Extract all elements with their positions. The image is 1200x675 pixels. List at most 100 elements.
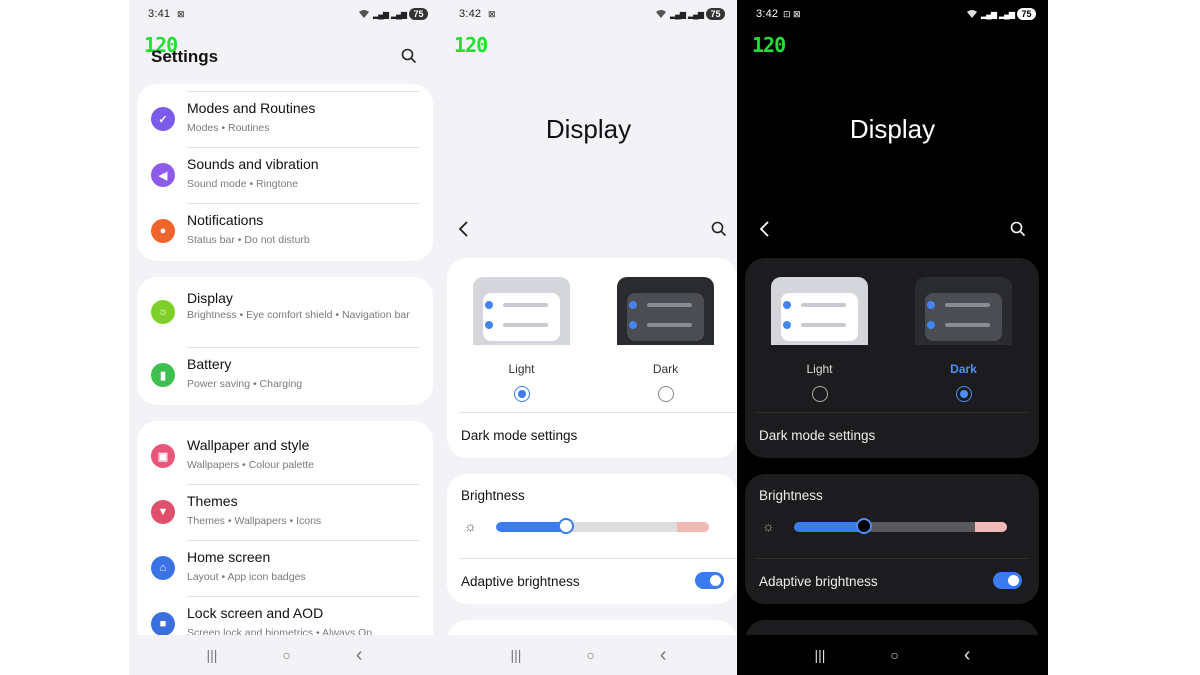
- light-mode-label: Light: [806, 362, 833, 376]
- brightness-slider[interactable]: [496, 522, 709, 532]
- battery-indicator: 75: [706, 8, 725, 20]
- recents-button[interactable]: |||: [510, 647, 521, 663]
- signal-icon: ▂▄▆: [373, 9, 389, 19]
- item-subtitle: Layout • App icon badges: [187, 571, 306, 583]
- brightness-slider[interactable]: [794, 522, 1007, 532]
- list-item-battery[interactable]: ▮ Battery Power saving • Charging: [137, 347, 433, 403]
- dark-mode-label: Dark: [950, 362, 977, 376]
- item-title: Display: [187, 290, 233, 306]
- wifi-icon: [656, 10, 667, 18]
- back-button[interactable]: ‹: [356, 644, 363, 667]
- light-mode-label: Light: [508, 362, 535, 376]
- light-mode-radio[interactable]: [812, 386, 828, 402]
- divider: [459, 412, 737, 413]
- search-button[interactable]: [401, 48, 417, 69]
- brightness-label: Brightness: [759, 488, 823, 503]
- signal-icon: ▂▄▆: [670, 9, 686, 19]
- divider: [757, 558, 1027, 559]
- settings-screen: 3:41 ⊠ ▂▄▆ ▂▄▆ 75 120 Settings ✓ Modes a…: [129, 0, 440, 675]
- adaptive-brightness-toggle[interactable]: [695, 572, 724, 589]
- back-button[interactable]: [458, 220, 470, 243]
- chevron-left-icon: [759, 221, 769, 237]
- lock-icon: ■: [151, 612, 175, 636]
- dark-mode-radio[interactable]: [956, 386, 972, 402]
- list-item-modes[interactable]: ✓ Modes and Routines Modes • Routines: [137, 91, 433, 147]
- adaptive-brightness-label: Adaptive brightness: [461, 574, 580, 589]
- back-button[interactable]: ‹: [964, 644, 971, 667]
- battery-indicator: 75: [1017, 8, 1036, 20]
- light-mode-radio[interactable]: [514, 386, 530, 402]
- divider: [187, 147, 419, 148]
- list-item-lock-screen[interactable]: ■ Lock screen and AOD Screen lock and bi…: [137, 596, 433, 639]
- back-button[interactable]: [759, 220, 771, 243]
- divider: [187, 347, 419, 348]
- dark-mode-settings-item[interactable]: Dark mode settings: [759, 428, 875, 443]
- search-button[interactable]: [711, 221, 727, 242]
- list-item-wallpaper[interactable]: ▣ Wallpaper and style Wallpapers • Colou…: [137, 428, 433, 484]
- battery-indicator: 75: [409, 8, 428, 20]
- status-bar: 3:42 ⊠ ▂▄▆ ▂▄▆ 75: [459, 8, 725, 22]
- divider: [187, 596, 419, 597]
- back-button[interactable]: ‹: [660, 644, 667, 667]
- page-title: Display: [545, 114, 632, 144]
- signal-icon-2: ▂▄▆: [688, 9, 704, 19]
- home-button[interactable]: ○: [890, 647, 898, 663]
- chevron-left-icon: [458, 221, 468, 237]
- item-title: Themes: [187, 493, 238, 509]
- recents-button[interactable]: |||: [814, 647, 825, 663]
- home-button[interactable]: ○: [282, 647, 290, 663]
- adaptive-brightness-toggle[interactable]: [993, 572, 1022, 589]
- search-button[interactable]: [1010, 221, 1026, 242]
- modes-icon: ✓: [151, 107, 175, 131]
- brightness-card: Brightness ☼ Adaptive brightness: [745, 474, 1039, 604]
- wifi-icon: [967, 10, 978, 18]
- dark-mode-settings-item[interactable]: Dark mode settings: [461, 428, 577, 443]
- divider: [187, 203, 419, 204]
- item-subtitle: Wallpapers • Colour palette: [187, 459, 315, 471]
- dark-mode-preview[interactable]: [915, 277, 1012, 345]
- themes-icon: ▼: [151, 500, 175, 524]
- theme-mode-card: Light Dark Dark mode settings: [447, 258, 737, 458]
- brightness-card: Brightness ☼ Adaptive brightness: [447, 474, 737, 604]
- dark-mode-label: Dark: [652, 362, 679, 376]
- signal-icon: ▂▄▆: [981, 9, 997, 19]
- item-subtitle: Themes • Wallpapers • Icons: [187, 515, 322, 527]
- search-icon: [1010, 221, 1026, 237]
- fps-counter: 120: [752, 33, 786, 57]
- dark-mode-radio[interactable]: [658, 386, 674, 402]
- item-title: Sounds and vibration: [187, 156, 319, 172]
- notification-icon: ⊡ ⊠: [783, 9, 801, 19]
- list-item-sounds[interactable]: ◀ Sounds and vibration Sound mode • Ring…: [137, 147, 433, 203]
- theme-mode-card: Light Dark Dark mode settings: [745, 258, 1039, 458]
- divider: [187, 484, 419, 485]
- brightness-label: Brightness: [461, 488, 525, 503]
- status-time: 3:42: [459, 8, 482, 20]
- notification-icon: ⊠: [488, 9, 496, 19]
- adaptive-brightness-label: Adaptive brightness: [759, 574, 878, 589]
- sun-icon: ☼: [464, 518, 477, 534]
- home-icon: ⌂: [151, 556, 175, 580]
- settings-card-2: ☼ Display Brightness • Eye comfort shiel…: [137, 277, 433, 405]
- sound-icon: ◀: [151, 163, 175, 187]
- status-bar: 3:42 ⊡ ⊠ ▂▄▆ ▂▄▆ 75: [756, 8, 1036, 22]
- divider: [459, 558, 737, 559]
- display-screen-light: 3:42 ⊠ ▂▄▆ ▂▄▆ 75 120 Display Light Dark: [440, 0, 737, 675]
- light-mode-preview[interactable]: [771, 277, 868, 345]
- search-icon: [401, 48, 417, 64]
- navigation-bar: ||| ○ ‹: [129, 635, 440, 675]
- page-title: Settings: [151, 47, 219, 66]
- list-item-notifications[interactable]: ● Notifications Status bar • Do not dist…: [137, 203, 433, 259]
- signal-icon-2: ▂▄▆: [391, 9, 407, 19]
- recents-button[interactable]: |||: [206, 647, 217, 663]
- notification-icon: ⊠: [177, 9, 185, 19]
- bell-icon: ●: [151, 219, 175, 243]
- signal-icon-2: ▂▄▆: [999, 9, 1015, 19]
- list-item-themes[interactable]: ▼ Themes Themes • Wallpapers • Icons: [137, 484, 433, 540]
- status-time: 3:41: [148, 8, 171, 20]
- sun-icon: ☼: [151, 300, 175, 324]
- light-mode-preview[interactable]: [473, 277, 570, 345]
- dark-mode-preview[interactable]: [617, 277, 714, 345]
- home-button[interactable]: ○: [586, 647, 594, 663]
- list-item-display[interactable]: ☼ Display Brightness • Eye comfort shiel…: [137, 277, 433, 347]
- list-item-home-screen[interactable]: ⌂ Home screen Layout • App icon badges: [137, 540, 433, 596]
